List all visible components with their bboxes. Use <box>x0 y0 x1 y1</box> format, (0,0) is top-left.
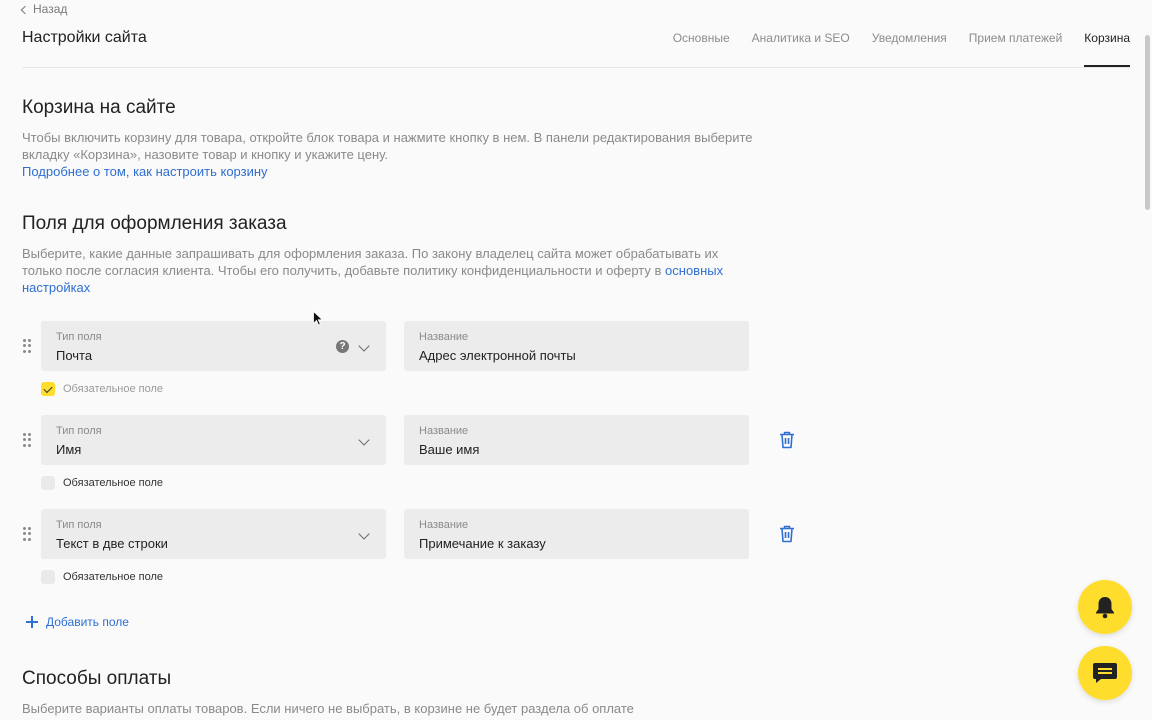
field-type-label: Тип поля <box>56 425 102 437</box>
required-checkbox[interactable] <box>41 382 55 396</box>
add-field-label: Добавить поле <box>46 615 129 629</box>
field-name-input[interactable]: Название Адрес электронной почты <box>404 321 749 371</box>
help-icon[interactable]: ? <box>336 340 349 353</box>
required-checkbox-row[interactable]: Обязательное поле <box>41 382 163 396</box>
header-divider <box>22 67 1130 68</box>
field-type-select[interactable]: Тип поля Имя <box>41 415 386 465</box>
drag-handle-icon[interactable] <box>23 433 31 447</box>
required-checkbox-label: Обязательное поле <box>63 477 164 489</box>
field-type-label: Тип поля <box>56 519 102 531</box>
mouse-cursor-icon <box>313 311 323 326</box>
payment-section-title: Способы оплаты <box>22 668 172 689</box>
field-name-input[interactable]: Название Примечание к заказу <box>404 509 749 559</box>
required-checkbox[interactable] <box>41 476 55 490</box>
order-fields-description: Выберите, какие данные запрашивать для о… <box>22 245 762 296</box>
field-name-label: Название <box>419 519 469 531</box>
field-type-value: Текст в две строки <box>56 536 168 551</box>
plus-icon <box>26 616 38 628</box>
field-type-select[interactable]: Тип поля Почта ? <box>41 321 386 371</box>
tab-analytics-seo[interactable]: Аналитика и SEO <box>752 31 850 67</box>
chevron-left-icon <box>20 5 30 14</box>
tab-notifications[interactable]: Уведомления <box>872 31 947 67</box>
settings-tabs: Основные Аналитика и SEO Уведомления При… <box>673 31 1130 67</box>
bell-icon <box>1096 597 1114 619</box>
notifications-button[interactable] <box>1078 580 1132 634</box>
payment-section-description: Выберите варианты оплаты товаров. Если н… <box>22 701 634 716</box>
chat-button[interactable] <box>1078 646 1132 700</box>
required-checkbox-row[interactable]: Обязательное поле <box>41 570 163 584</box>
field-name-input[interactable]: Название Ваше имя <box>404 415 749 465</box>
field-name-value: Ваше имя <box>419 442 480 457</box>
trash-icon[interactable] <box>779 431 795 449</box>
back-link[interactable]: Назад <box>20 2 68 16</box>
page-title: Настройки сайта <box>22 29 147 46</box>
trash-icon[interactable] <box>779 525 795 543</box>
tab-payments[interactable]: Прием платежей <box>969 31 1062 67</box>
tab-basic[interactable]: Основные <box>673 31 730 67</box>
tab-cart[interactable]: Корзина <box>1084 31 1130 67</box>
order-fields-title: Поля для оформления заказа <box>22 213 287 234</box>
drag-handle-icon[interactable] <box>23 527 31 541</box>
cart-section-title: Корзина на сайте <box>22 97 176 118</box>
back-label: Назад <box>33 2 68 16</box>
field-type-label: Тип поля <box>56 331 102 343</box>
required-checkbox-label: Обязательное поле <box>63 571 164 583</box>
scrollbar[interactable] <box>1145 35 1150 210</box>
add-field-button[interactable]: Добавить поле <box>26 615 129 629</box>
field-type-value: Имя <box>56 442 82 457</box>
required-checkbox-row[interactable]: Обязательное поле <box>41 476 163 490</box>
order-fields-description-text: Выберите, какие данные запрашивать для о… <box>22 246 719 278</box>
field-name-label: Название <box>419 425 469 437</box>
required-checkbox-label: Обязательное поле <box>63 383 164 395</box>
cart-section-description: Чтобы включить корзину для товара, откро… <box>22 129 762 180</box>
chat-icon <box>1093 663 1117 683</box>
field-name-value: Адрес электронной почты <box>419 348 576 363</box>
field-name-label: Название <box>419 331 469 343</box>
cart-help-link[interactable]: Подробнее о том, как настроить корзину <box>22 164 268 179</box>
field-name-value: Примечание к заказу <box>419 536 546 551</box>
field-type-value: Почта <box>56 348 93 363</box>
required-checkbox[interactable] <box>41 570 55 584</box>
field-type-select[interactable]: Тип поля Текст в две строки <box>41 509 386 559</box>
drag-handle-icon[interactable] <box>23 339 31 353</box>
cart-description-text: Чтобы включить корзину для товара, откро… <box>22 130 753 162</box>
